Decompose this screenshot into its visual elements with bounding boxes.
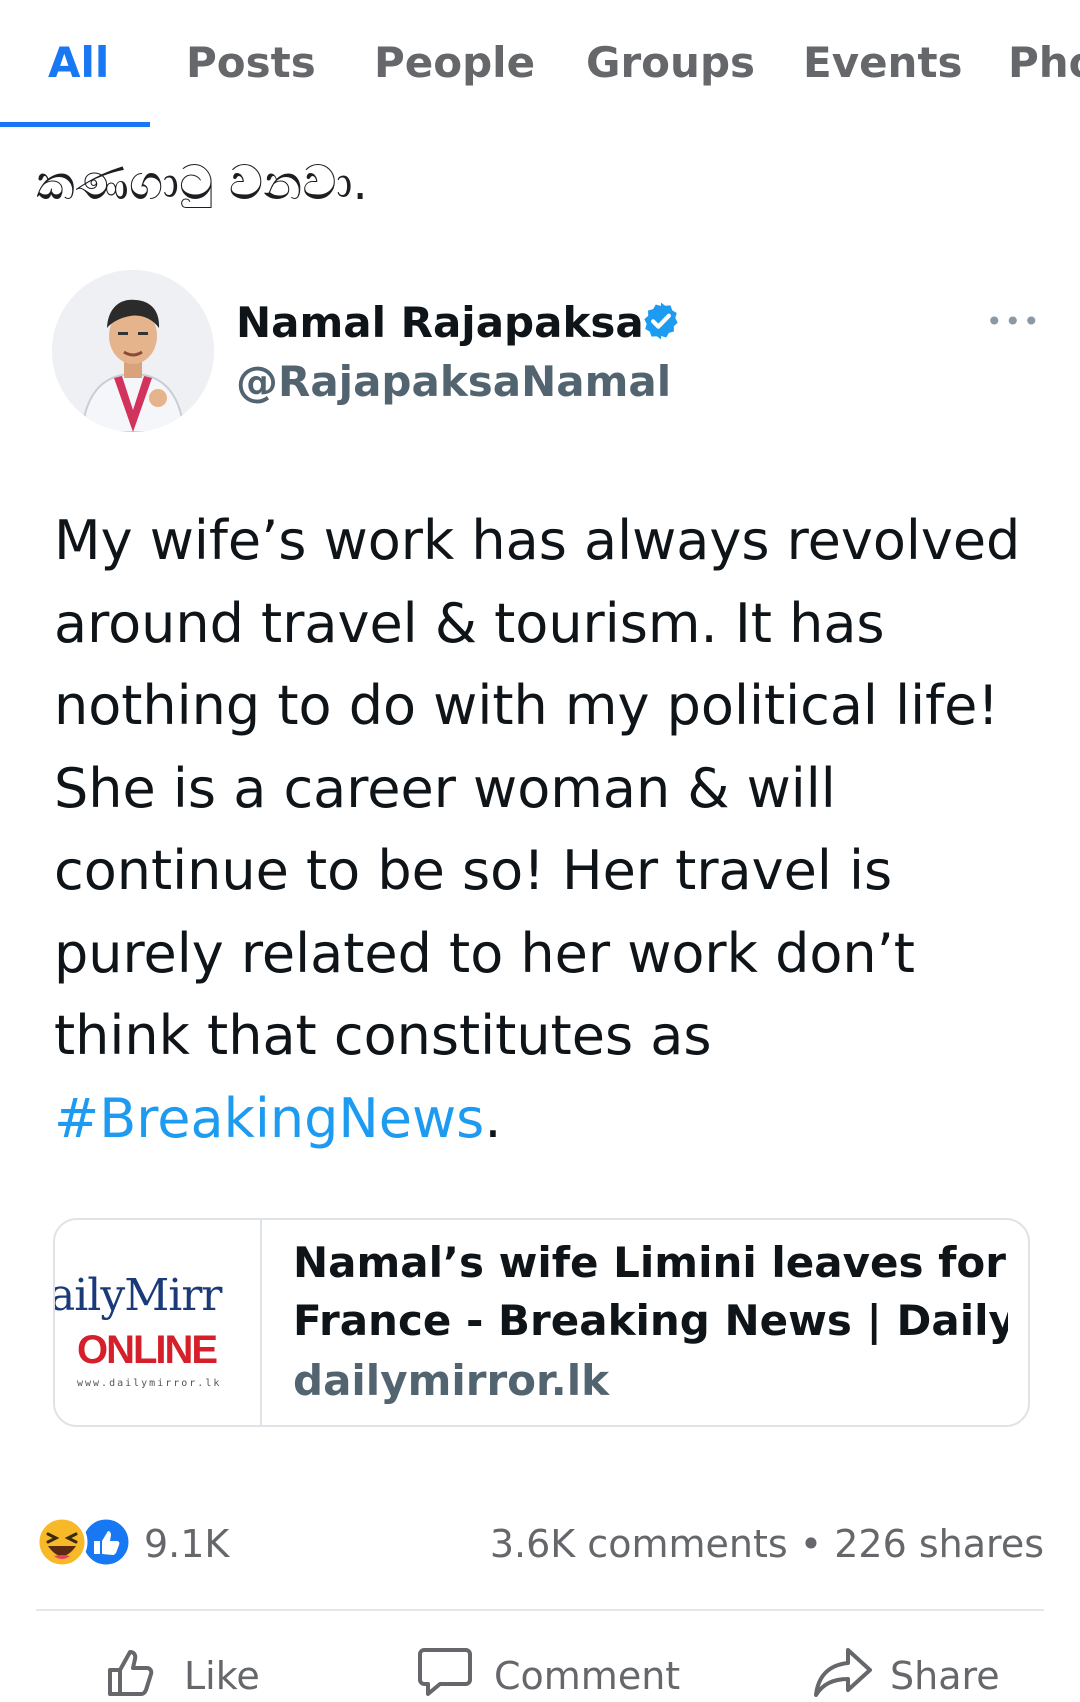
haha-like-reaction-icons [36, 1516, 132, 1568]
share-icon [814, 1648, 872, 1697]
tweet-author-handle[interactable]: @RajapaksaNamal [236, 357, 671, 406]
post-text: කණගාටු වනවා. [36, 155, 368, 211]
comment-button[interactable]: Comment [416, 1640, 686, 1700]
tweet-author-name[interactable]: Namal Rajapaksa [236, 298, 644, 347]
thumb-url-text: www.dailymirror.lk [77, 1378, 222, 1389]
thumb-brand-text: ailyMirr [55, 1270, 222, 1321]
thumb-brand-subtext: ONLINE [77, 1328, 218, 1372]
link-title-line-2: France - Breaking News | Daily... [293, 1296, 1008, 1345]
tab-all[interactable]: All [48, 38, 109, 87]
share-button[interactable]: Share [812, 1640, 1012, 1700]
tab-people[interactable]: People [374, 38, 535, 87]
more-options-icon[interactable]: ••• [986, 305, 1042, 338]
active-tab-indicator [0, 122, 150, 127]
like-icon [108, 1650, 154, 1696]
tweet-body: My wife’s work has always revolved aroun… [54, 500, 1044, 1160]
tweet-text: My wife’s work has always revolved aroun… [54, 509, 1021, 1067]
link-domain: dailymirror.lk [293, 1356, 610, 1405]
link-preview-card[interactable]: ailyMirr ONLINE www.dailymirror.lk Namal… [53, 1218, 1030, 1427]
avatar-illustration [52, 270, 214, 432]
link-thumbnail: ailyMirr ONLINE www.dailymirror.lk [55, 1220, 262, 1425]
reactions-icons[interactable] [36, 1516, 132, 1568]
shares-count[interactable]: 226 shares [834, 1522, 1044, 1566]
tab-events[interactable]: Events [803, 38, 963, 87]
tweet-text-end: . [484, 1086, 502, 1150]
link-title: Namal’s wife Limini leaves for France - … [293, 1234, 1008, 1350]
avatar[interactable] [52, 270, 214, 432]
like-label: Like [184, 1654, 260, 1698]
hashtag-link[interactable]: #BreakingNews [54, 1087, 484, 1150]
divider [36, 1609, 1044, 1611]
tab-groups[interactable]: Groups [586, 38, 755, 87]
tab-photos[interactable]: Pho [1008, 38, 1080, 87]
comment-label: Comment [494, 1654, 681, 1698]
comments-count[interactable]: 3.6K comments [490, 1522, 788, 1566]
stats-separator: • [799, 1522, 823, 1566]
verified-badge-icon [644, 302, 678, 340]
search-tabs: All Posts People Groups Events Pho [0, 0, 1080, 128]
comment-icon [418, 1648, 472, 1696]
like-button[interactable]: Like [104, 1640, 264, 1700]
share-label: Share [890, 1654, 1000, 1698]
reaction-count[interactable]: 9.1K [144, 1522, 229, 1566]
tab-posts[interactable]: Posts [186, 38, 316, 87]
engagement-stats: 3.6K comments • 226 shares [490, 1522, 1044, 1566]
link-title-line-1: Namal’s wife Limini leaves for [293, 1238, 1006, 1287]
